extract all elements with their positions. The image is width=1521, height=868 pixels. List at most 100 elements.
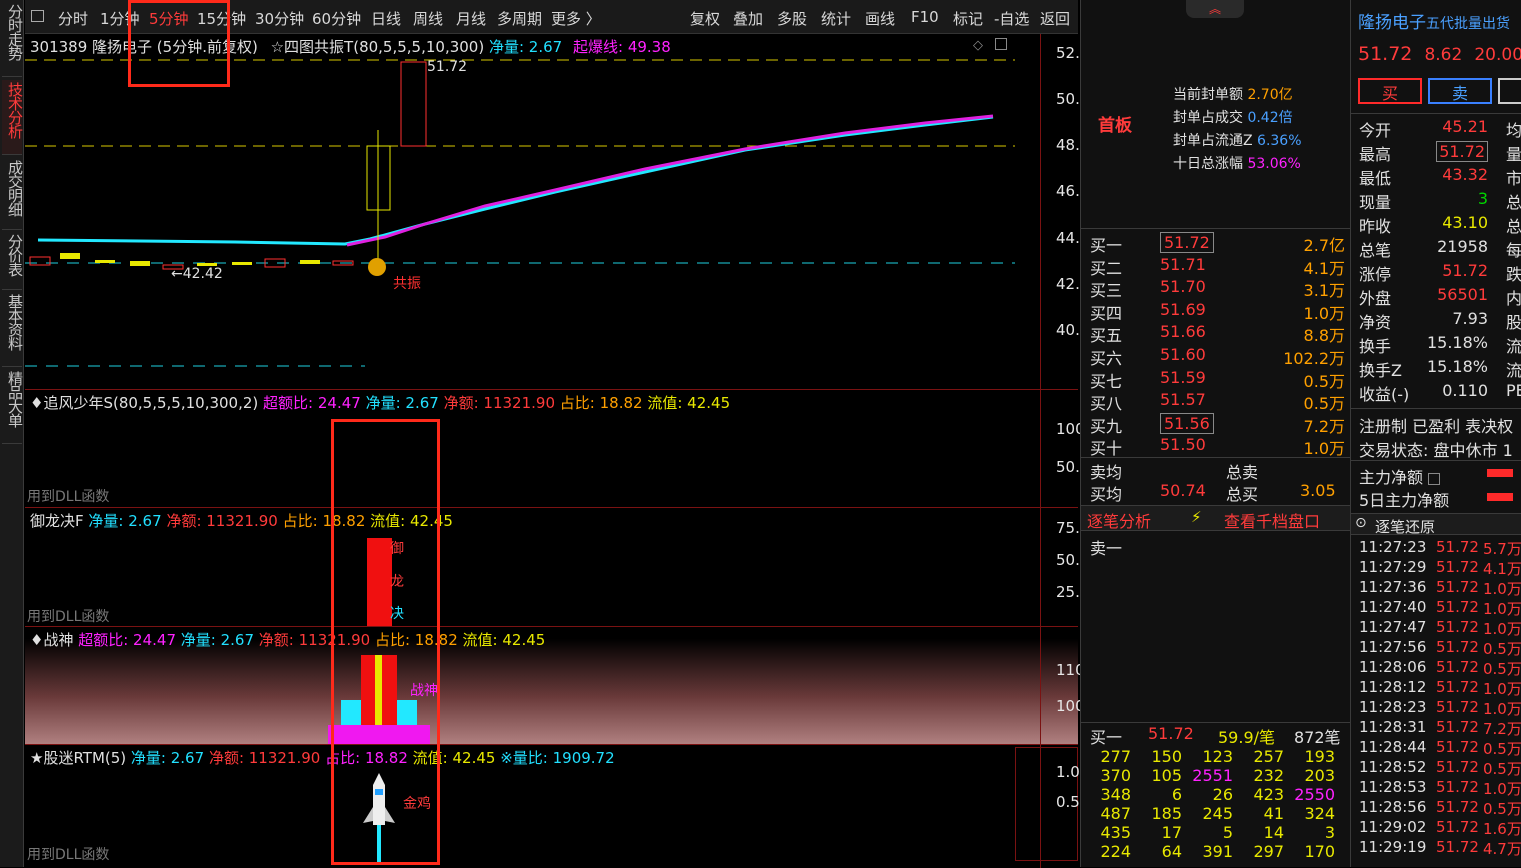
bid-row[interactable]: 买二 51.71 4.1万	[1090, 254, 1345, 278]
zhuce-label: 注册制 已盈利 表决权	[1359, 417, 1514, 436]
sell-button[interactable]: 卖	[1428, 78, 1492, 104]
zhuifeng-indicator[interactable]: ♦追风少年S(80,5,5,5,10,300,2)	[30, 394, 258, 412]
biaoji-button[interactable]: 标记	[953, 8, 983, 29]
gumi-panel[interactable]: ★股迷RTM(5) 净量: 2.67 净额: 11321.90 占比: 18.8…	[25, 744, 1089, 868]
zhanshen-indicator[interactable]: ♦战神	[30, 631, 73, 649]
quote-row: 外盘 56501 内	[1359, 285, 1521, 308]
quote-label: 最高	[1359, 145, 1392, 164]
tab-jiben[interactable]: 基本资料	[2, 292, 24, 367]
quote-row: 涨停 51.72 跌	[1359, 261, 1521, 284]
period-multi[interactable]: 多周期	[497, 8, 542, 29]
huaxian-button[interactable]: 画线	[865, 8, 895, 29]
bid-row[interactable]: 买八 51.57 0.5万	[1090, 390, 1345, 414]
trade-row: 11:27:29 51.72 4.1万	[1359, 558, 1521, 578]
duogu-button[interactable]: 多股	[777, 8, 807, 29]
gumi-indicator[interactable]: ★股迷RTM(5)	[30, 749, 126, 767]
bid-row[interactable]: 买七 51.59 0.5万	[1090, 368, 1345, 391]
grid-cell: 17	[1161, 823, 1182, 842]
zhuli-label: 主力净额	[1359, 468, 1424, 487]
gongzhen-text: 共振	[393, 276, 421, 292]
zhuli-icon[interactable]	[1428, 472, 1441, 485]
period-more[interactable]: 更多 〉	[551, 8, 601, 29]
quote-panel: 隆扬电子五代批量出货 51.72 8.62 20.00% 买 卖 今开 45.21…	[1350, 0, 1521, 867]
tab-fenshi[interactable]: 分时走势	[2, 2, 24, 77]
grid-cell: 2551	[1192, 766, 1233, 785]
qiandang-link[interactable]: 查看千档盘口	[1224, 508, 1320, 532]
f10-button[interactable]: F10	[911, 8, 939, 26]
more-button[interactable]	[1498, 78, 1521, 104]
diejia-button[interactable]: 叠加	[733, 8, 763, 29]
bid-row[interactable]: 买四 51.69 1.0万	[1090, 300, 1345, 323]
p3-axis	[1040, 508, 1041, 627]
fuquan-button[interactable]: 复权	[690, 8, 720, 29]
bid-row[interactable]: 买十 51.50 1.0万	[1090, 435, 1345, 459]
quote-value: 43.32	[1442, 165, 1488, 184]
yulong-indicator[interactable]: 御龙决F	[30, 512, 84, 530]
period-day[interactable]: 日线	[371, 8, 401, 29]
bid-price: 51.57	[1160, 390, 1206, 410]
bid-volume: 1.0万	[1303, 303, 1345, 323]
mai1-label: 卖一	[1090, 539, 1123, 558]
zhuifeng-panel[interactable]: ♦追风少年S(80,5,5,5,10,300,2) 超额比: 24.47 净量:…	[25, 389, 1099, 508]
period-60min[interactable]: 60分钟	[312, 8, 361, 29]
trade-time: 11:27:36	[1359, 578, 1427, 596]
stock-tag: 五代批量出货	[1426, 16, 1510, 32]
yulong-panel[interactable]: 御龙决F 净量: 2.67 净额: 11321.90 占比: 18.82 流值:…	[25, 507, 1099, 627]
buy-button[interactable]: 买	[1358, 78, 1422, 104]
grid-cell: 348	[1100, 785, 1131, 804]
bid-row[interactable]: 买九 51.56 7.2万	[1090, 412, 1345, 436]
quote-label: 换手Z	[1359, 361, 1402, 380]
highlight-indicators	[331, 419, 440, 865]
tongji-button[interactable]: 统计	[821, 8, 851, 29]
trade-row: 11:28:06 51.72 0.5万	[1359, 658, 1521, 678]
grid-cell: 257	[1253, 747, 1284, 766]
grid-cell: 277	[1100, 747, 1131, 766]
trade-time: 11:27:29	[1359, 558, 1427, 576]
period-fenshi[interactable]: 分时	[58, 8, 88, 29]
bid-price: 51.71	[1160, 254, 1206, 274]
grid-cell: 203	[1304, 766, 1335, 785]
zhubi-link[interactable]: 逐笔分析	[1087, 508, 1151, 532]
svg-text:51.72: 51.72	[427, 59, 467, 75]
window-icon[interactable]	[31, 10, 44, 22]
trade-time: 11:28:23	[1359, 698, 1427, 716]
quote-row: 最高 51.72 量	[1359, 141, 1521, 164]
zhubi-bar: 逐笔分析 ⚡ 查看千档盘口	[1081, 505, 1351, 531]
bid-row[interactable]: 买一 51.72 2.7亿	[1090, 232, 1345, 255]
seal-float-label: 封单占流通Z	[1173, 133, 1253, 149]
period-30min[interactable]: 30分钟	[255, 8, 304, 29]
zhanshen-panel[interactable]: ♦战神 超额比: 24.47 净量: 2.67 净额: 11321.90 占比:…	[25, 626, 1099, 745]
highlight-5min	[128, 0, 230, 87]
kline-panel[interactable]: 301389 隆扬电子 (5分钟.前复权) ☆四图共振T(80,5,5,5,10…	[25, 34, 1099, 389]
zhanshen-title: ♦战神 超额比: 24.47 净量: 2.67 净额: 11321.90 占比:…	[30, 629, 545, 650]
zixuan-button[interactable]: -自选	[994, 8, 1029, 29]
zhubihuanyuan-bar[interactable]: ⊙ 逐笔还原	[1351, 513, 1521, 536]
cyan-ma-line	[37, 115, 994, 246]
jl-value: 净量: 2.67	[365, 394, 439, 412]
bid-price: 51.60	[1160, 345, 1206, 364]
tab-fenjia[interactable]: 分价表	[2, 232, 24, 290]
bid-row[interactable]: 买六 51.60 102.2万	[1090, 345, 1345, 368]
bid-label: 买八	[1090, 394, 1123, 414]
back-button[interactable]: 返回	[1040, 8, 1070, 29]
bid-price: 51.70	[1160, 277, 1206, 297]
trade-row: 11:28:52 51.72 0.5万	[1359, 758, 1521, 778]
candle	[130, 261, 150, 266]
trade-price: 51.72	[1436, 738, 1479, 756]
collapse-icon[interactable]: ︽	[1186, 0, 1244, 18]
bid-row[interactable]: 买三 51.70 3.1万	[1090, 277, 1345, 301]
period-week[interactable]: 周线	[413, 8, 443, 29]
bid-label: 买十	[1090, 439, 1123, 459]
b1-count: 872笔	[1294, 728, 1341, 747]
trade-volume: 1.6万	[1483, 820, 1521, 838]
chaoe-value: 超额比: 24.47	[78, 631, 176, 649]
bid-label: 买三	[1090, 281, 1123, 301]
grid-cell: 3	[1324, 823, 1335, 842]
tab-jishu[interactable]: 技术分析	[2, 80, 24, 155]
bid-row[interactable]: 买五 51.66 8.8万	[1090, 322, 1345, 345]
period-month[interactable]: 月线	[456, 8, 486, 29]
bid-price: 51.50	[1160, 435, 1206, 455]
tab-chengjiao[interactable]: 成交明细	[2, 158, 24, 230]
jl-value: 净量: 2.67	[130, 749, 205, 767]
tab-jingpin[interactable]: 精品大单	[2, 369, 24, 444]
